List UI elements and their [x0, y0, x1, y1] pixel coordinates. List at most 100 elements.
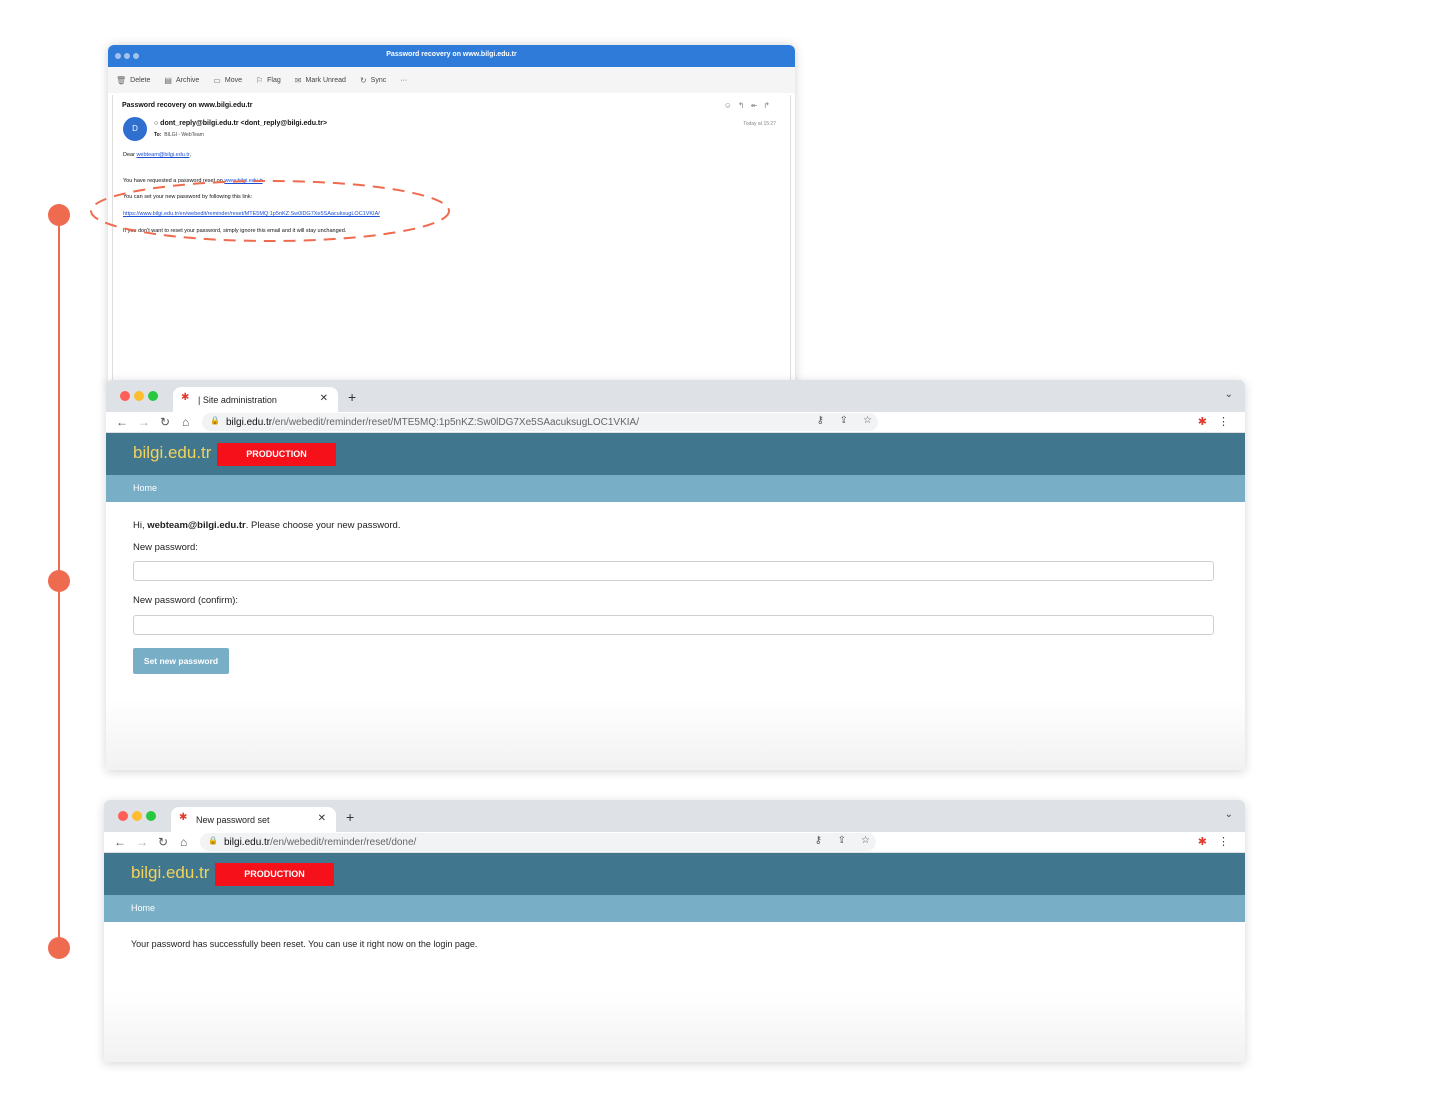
close-window-button[interactable] — [118, 811, 128, 821]
sync-button[interactable]: ↻ Sync — [360, 76, 386, 85]
move-label: Move — [224, 76, 242, 84]
greeting-email-link[interactable]: webteam@bilgi.edu.tr — [136, 152, 189, 158]
mark-unread-label: Mark Unread — [305, 76, 346, 84]
archive-icon: ▤ — [164, 75, 172, 85]
zoom-window-button[interactable] — [146, 811, 156, 821]
to-label: To: — [154, 132, 162, 138]
key-icon[interactable]: ⚷ — [815, 835, 822, 846]
greeting-prefix: Dear — [123, 152, 137, 158]
forward-icon[interactable]: → — [138, 415, 150, 429]
home-icon[interactable]: ⌂ — [182, 415, 189, 429]
set-new-password-button[interactable]: Set new password — [133, 648, 229, 674]
menu-dots-icon[interactable]: ⋮ — [1218, 415, 1229, 428]
mail-line-2: You can set your new password by followi… — [123, 194, 253, 200]
chevron-down-icon[interactable]: ⌄ — [1225, 389, 1233, 400]
line1-prefix: You have requested a password reset on — [123, 178, 225, 184]
tab-new-password-set[interactable]: ✱ New password set ✕ — [171, 807, 336, 832]
chevron-down-icon[interactable]: ⌄ — [1225, 809, 1233, 820]
site-link[interactable]: www.bilgi.edu.tr — [224, 178, 262, 184]
mail-toolbar: 🗑 Delete ▤ Archive ▭ Move ⚐ Flag ✉ Mark Unrea… — [108, 67, 795, 93]
url-field[interactable]: 🔒 bilgi.edu.tr/en/webedit/reminder/reset… — [200, 833, 876, 851]
star-icon[interactable]: ☆ — [861, 835, 870, 846]
greeting-suffix: , — [189, 152, 191, 158]
intro-text: Hi, webteam@bilgi.edu.tr. Please choose … — [133, 520, 400, 531]
reload-icon[interactable]: ↻ — [158, 835, 168, 849]
close-window-button[interactable] — [120, 391, 130, 401]
zoom-window-button[interactable] — [148, 391, 158, 401]
new-tab-button[interactable]: + — [346, 809, 354, 825]
new-password-field[interactable] — [133, 561, 1214, 581]
recipient-line: To: BILGI - WebTeam — [154, 132, 204, 138]
close-tab-icon[interactable]: ✕ — [320, 393, 328, 404]
more-button[interactable]: ··· — [400, 77, 407, 84]
emoji-icon[interactable]: ☺ — [724, 101, 738, 110]
mail-titlebar: Password recovery on www.bilgi.edu.tr — [108, 45, 795, 67]
mail-line-1: You have requested a password reset on w… — [123, 178, 264, 184]
sync-label: Sync — [370, 76, 387, 84]
browser-window-reset-done: ✱ New password set ✕ + ⌄ ← → ↻ ⌂ 🔒 bilgi… — [104, 800, 1245, 1062]
sender-avatar: D — [123, 117, 147, 141]
key-icon[interactable]: ⚷ — [817, 415, 824, 426]
site-nav: Home — [104, 895, 1245, 922]
mail-line-3: If you don't want to reset your password… — [123, 228, 347, 234]
timeline-dot-step-1 — [48, 204, 70, 226]
new-tab-button[interactable]: + — [348, 389, 356, 405]
tab-site-administration[interactable]: ✱ | Site administration ✕ — [173, 387, 338, 412]
production-badge: PRODUCTION — [215, 863, 334, 886]
menu-dots-icon[interactable]: ⋮ — [1218, 835, 1229, 848]
reset-password-link[interactable]: https://www.bilgi.edu.tr/en/webedit/remi… — [123, 211, 380, 217]
nav-home-link[interactable]: Home — [131, 903, 155, 913]
timeline-dot-step-2 — [48, 570, 70, 592]
flag-label: Flag — [267, 76, 281, 84]
minimize-window-button[interactable] — [134, 391, 144, 401]
archive-label: Archive — [175, 76, 200, 84]
back-icon[interactable]: ← — [114, 835, 126, 849]
mark-unread-button[interactable]: ✉ Mark Unread — [295, 76, 346, 85]
delete-button[interactable]: 🗑 Delete — [116, 76, 150, 85]
envelope-icon: ✉ — [294, 75, 302, 85]
star-icon[interactable]: ☆ — [863, 415, 872, 426]
archive-button[interactable]: ▤ Archive — [164, 76, 199, 85]
home-icon[interactable]: ⌂ — [180, 835, 187, 849]
back-icon[interactable]: ← — [116, 415, 128, 429]
flag-button[interactable]: ⚐ Flag — [256, 76, 281, 85]
extension-icon[interactable]: ✱ — [1198, 415, 1207, 428]
url-text: bilgi.edu.tr/en/webedit/reminder/reset/M… — [226, 417, 639, 428]
url-text: bilgi.edu.tr/en/webedit/reminder/reset/d… — [224, 837, 416, 848]
forward-icon[interactable]: ↱ — [763, 101, 776, 110]
sync-icon: ↻ — [359, 75, 367, 85]
extension-icon[interactable]: ✱ — [1198, 835, 1207, 848]
reply-icon[interactable]: ↰ — [738, 101, 751, 110]
success-message: Your password has successfully been rese… — [131, 939, 478, 949]
url-path: /en/webedit/reminder/reset/MTE5MQ:1p5nKZ… — [272, 417, 639, 428]
recipient-name[interactable]: BILGI - WebTeam — [164, 132, 204, 138]
forward-icon[interactable]: → — [136, 835, 148, 849]
mail-date: Today at 15:27 — [743, 121, 776, 127]
minimize-window-button[interactable] — [132, 811, 142, 821]
url-path: /en/webedit/reminder/reset/done/ — [270, 837, 417, 848]
intro-suffix: . Please choose your new password. — [245, 520, 401, 531]
share-icon[interactable]: ⇪ — [840, 415, 848, 426]
intro-user: webteam@bilgi.edu.tr — [147, 520, 246, 531]
confirm-password-field[interactable] — [133, 615, 1214, 635]
share-icon[interactable]: ⇪ — [838, 835, 846, 846]
close-tab-icon[interactable]: ✕ — [318, 813, 326, 824]
sender-address[interactable]: ○ dont_reply@bilgi.edu.tr <dont_reply@bi… — [154, 120, 327, 127]
reply-all-icon[interactable]: ↞ — [751, 101, 764, 110]
site-brand[interactable]: bilgi.edu.tr — [133, 443, 211, 463]
move-button[interactable]: ▭ Move — [213, 76, 242, 85]
fade-overlay — [106, 700, 1245, 770]
reload-icon[interactable]: ↻ — [160, 415, 170, 429]
mail-window-title: Password recovery on www.bilgi.edu.tr — [386, 51, 517, 58]
nav-home-link[interactable]: Home — [133, 483, 157, 493]
tab-bar: ✱ New password set ✕ + ⌄ — [104, 800, 1245, 832]
url-field[interactable]: 🔒 bilgi.edu.tr/en/webedit/reminder/reset… — [202, 413, 878, 431]
mail-greeting: Dear webteam@bilgi.edu.tr, — [123, 152, 191, 158]
site-header: bilgi.edu.tr PRODUCTION — [104, 853, 1245, 895]
lock-icon[interactable]: 🔒 — [210, 416, 220, 425]
url-host: bilgi.edu.tr — [226, 417, 273, 428]
site-brand[interactable]: bilgi.edu.tr — [131, 863, 209, 883]
mail-actions: ☺↰↞↱ — [724, 101, 776, 110]
lock-icon[interactable]: 🔒 — [208, 836, 218, 845]
fade-overlay — [104, 992, 1245, 1062]
